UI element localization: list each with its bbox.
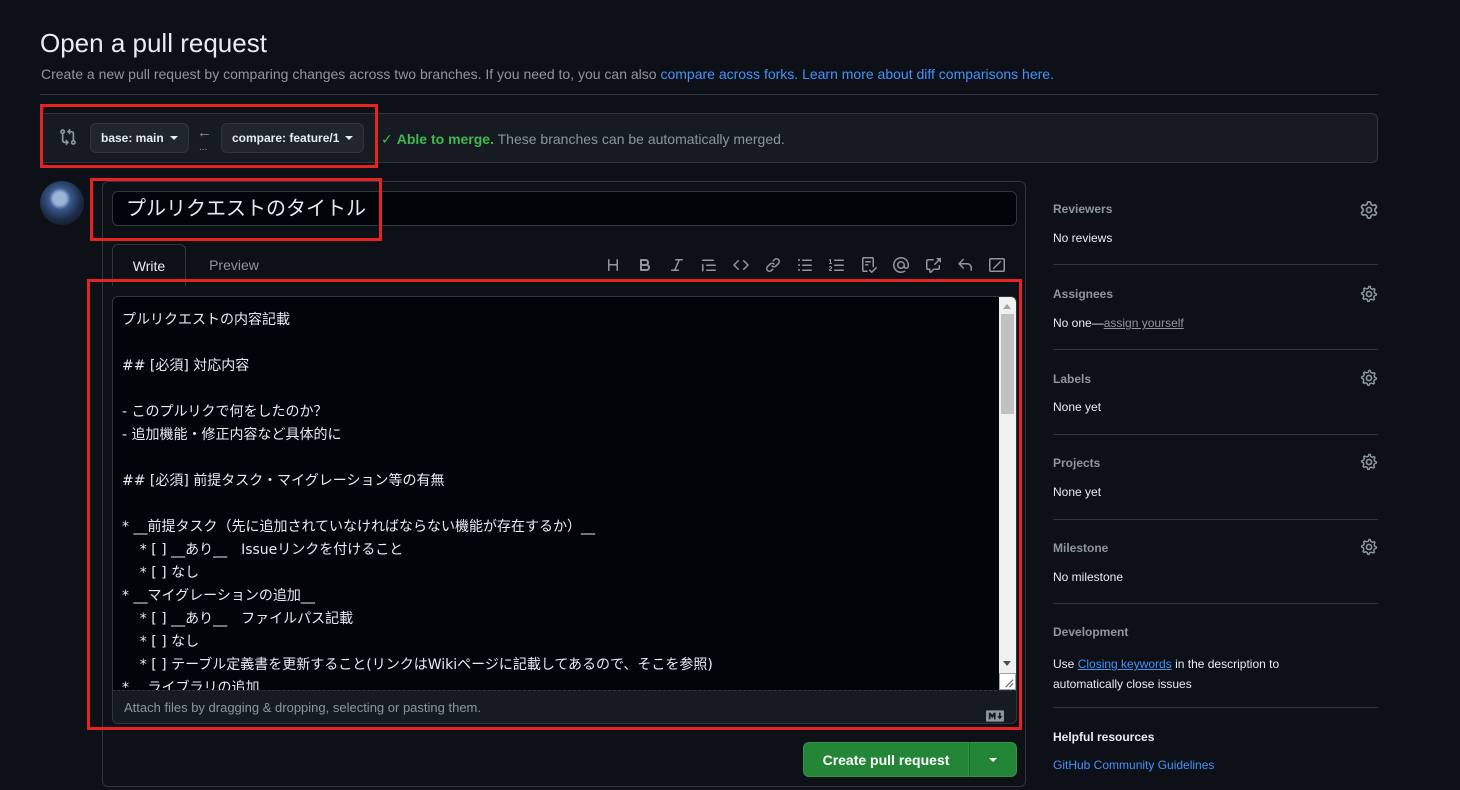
- sidebar-reviewers: Reviewers No reviews: [1053, 190, 1378, 265]
- reply-icon[interactable]: [949, 254, 981, 276]
- reviewers-heading[interactable]: Reviewers: [1053, 202, 1112, 216]
- sidebar-labels: Labels None yet: [1053, 350, 1378, 435]
- create-pull-request-button[interactable]: Create pull request: [803, 742, 969, 777]
- closing-keywords-link[interactable]: Closing keywords: [1078, 657, 1172, 671]
- subtitle-text: Create a new pull request by comparing c…: [41, 66, 661, 82]
- heading-icon[interactable]: [597, 254, 629, 276]
- compare-dots: ...: [199, 142, 208, 153]
- development-text-suffix: in the description to: [1171, 657, 1280, 671]
- scroll-up-icon[interactable]: [1003, 304, 1011, 309]
- editor-scrollbar[interactable]: [999, 297, 1016, 690]
- chevron-down-icon: [989, 757, 997, 762]
- milestone-heading[interactable]: Milestone: [1053, 541, 1108, 555]
- gear-icon[interactable]: [1360, 538, 1378, 556]
- helpful-heading: Helpful resources: [1053, 730, 1155, 744]
- tab-preview[interactable]: Preview: [196, 244, 272, 286]
- projects-value: None yet: [1053, 485, 1102, 499]
- merge-status: ✓ Able to merge. These branches can be au…: [381, 131, 785, 148]
- link-icon[interactable]: [757, 254, 789, 276]
- arrow-left-icon: ←: [197, 124, 212, 141]
- chevron-down-icon: [345, 136, 354, 140]
- base-branch-button[interactable]: base: main: [90, 123, 189, 153]
- merge-ok-label: Able to merge.: [396, 131, 494, 147]
- italic-icon[interactable]: [661, 254, 693, 276]
- development-text-prefix: Use: [1053, 657, 1078, 671]
- page-subtitle: Create a new pull request by comparing c…: [41, 66, 1054, 82]
- scroll-down-icon[interactable]: [1003, 661, 1011, 666]
- compare-bar: base: main ← ... compare: feature/1 ✓ Abl…: [40, 113, 1378, 163]
- chevron-down-icon: [169, 136, 178, 140]
- attach-files-bar[interactable]: Attach files by dragging & dropping, sel…: [112, 690, 1017, 724]
- git-compare-icon: [59, 128, 77, 146]
- assignees-none: No one—: [1053, 316, 1104, 330]
- compare-branch-label: compare: feature/1: [232, 131, 340, 145]
- bold-icon[interactable]: [629, 254, 661, 276]
- sidebar-helpful: Helpful resources GitHub Community Guide…: [1053, 708, 1378, 788]
- code-icon[interactable]: [725, 254, 757, 276]
- sidebar-milestone: Milestone No milestone: [1053, 520, 1378, 604]
- sidebar-development: Development Use Closing keywords in the …: [1053, 604, 1378, 708]
- gear-icon[interactable]: [1360, 453, 1378, 471]
- labels-heading[interactable]: Labels: [1053, 372, 1091, 386]
- base-branch-label: base: main: [101, 131, 164, 145]
- scrollbar-thumb[interactable]: [1001, 314, 1014, 414]
- development-text: Use Closing keywords in the description …: [1053, 654, 1279, 694]
- fullscreen-icon[interactable]: [981, 254, 1013, 276]
- sidebar-projects: Projects None yet: [1053, 435, 1378, 520]
- development-heading: Development: [1053, 625, 1129, 639]
- header-divider: [40, 94, 1378, 95]
- assignees-value: No one—assign yourself: [1053, 316, 1184, 330]
- assignees-heading[interactable]: Assignees: [1053, 287, 1113, 301]
- attach-hint: Attach files by dragging & dropping, sel…: [124, 700, 481, 715]
- compare-forks-link[interactable]: compare across forks.: [660, 66, 798, 82]
- community-guidelines-link[interactable]: GitHub Community Guidelines: [1053, 758, 1214, 772]
- pr-title-input[interactable]: プルリクエストのタイトル: [112, 191, 1017, 226]
- projects-heading[interactable]: Projects: [1053, 456, 1100, 470]
- markdown-toolbar: [597, 254, 1013, 276]
- tab-write[interactable]: Write: [112, 244, 186, 286]
- pr-body-text: プルリクエストの内容記載 ## [必須] 対応内容 - このプルリクで何をしたの…: [122, 312, 713, 690]
- reviewers-value: No reviews: [1053, 231, 1113, 245]
- create-pr-dropdown-button[interactable]: [969, 742, 1017, 777]
- gear-icon[interactable]: [1360, 369, 1378, 387]
- task-list-icon[interactable]: [853, 254, 885, 276]
- learn-more-link[interactable]: Learn more about diff comparisons here.: [802, 66, 1054, 82]
- merge-status-text: These branches can be automatically merg…: [497, 131, 785, 147]
- pr-sidebar: Reviewers No reviews Assignees No one—as…: [1053, 190, 1378, 788]
- unordered-list-icon[interactable]: [789, 254, 821, 276]
- sidebar-assignees: Assignees No one—assign yourself: [1053, 265, 1378, 350]
- assign-yourself-link[interactable]: assign yourself: [1104, 316, 1184, 330]
- markdown-icon[interactable]: [986, 701, 1004, 722]
- milestone-value: No milestone: [1053, 570, 1124, 584]
- quote-icon[interactable]: [693, 254, 725, 276]
- resize-handle[interactable]: [999, 673, 1016, 690]
- cross-reference-icon[interactable]: [917, 254, 949, 276]
- helpful-value: GitHub Community Guidelines: [1053, 758, 1214, 772]
- gear-icon[interactable]: [1360, 285, 1378, 303]
- gear-icon[interactable]: [1360, 201, 1378, 219]
- labels-value: None yet: [1053, 400, 1102, 414]
- avatar[interactable]: [40, 181, 84, 225]
- ordered-list-icon[interactable]: [821, 254, 853, 276]
- page-title: Open a pull request: [40, 28, 267, 58]
- mention-icon[interactable]: [885, 254, 917, 276]
- compare-branch-button[interactable]: compare: feature/1: [221, 123, 365, 153]
- pr-body-textarea[interactable]: プルリクエストの内容記載 ## [必須] 対応内容 - このプルリクで何をしたの…: [112, 296, 1017, 690]
- development-text-line2: automatically close issues: [1053, 677, 1192, 691]
- check-icon: ✓: [381, 131, 393, 147]
